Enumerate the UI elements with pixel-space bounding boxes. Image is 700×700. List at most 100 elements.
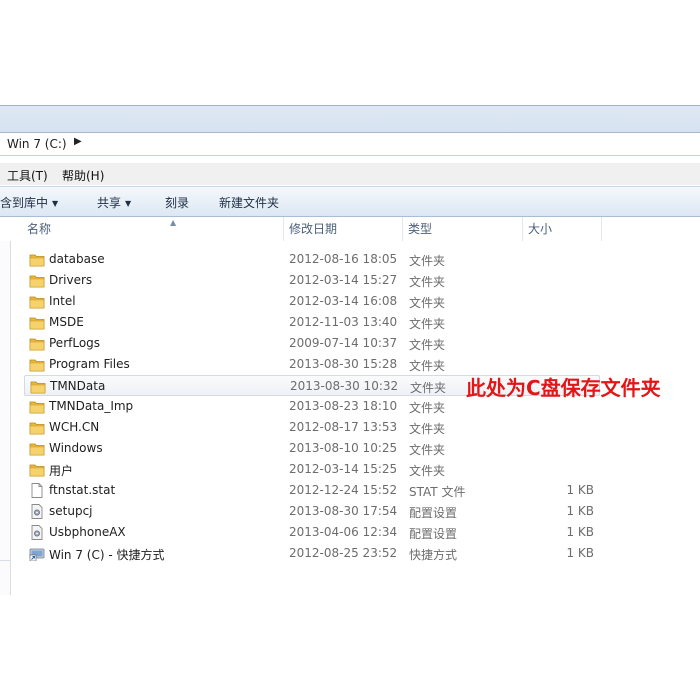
explorer-window: Win 7 (C:) ▶ 工具(T) 帮助(H) 包含到库中▼ 共享▼ 刻录 新…	[0, 105, 700, 595]
burn-button[interactable]: 刻录	[165, 194, 189, 211]
navigation-pane-edge	[0, 241, 11, 595]
folder-icon	[29, 294, 45, 309]
folder-icon	[29, 336, 45, 351]
file-row[interactable]: PerfLogs 2009-07-14 10:37 文件夹	[24, 333, 600, 354]
include-in-library-label: 包含到库中	[0, 196, 49, 210]
file-row[interactable]: Windows 2013-08-10 10:25 文件夹	[24, 438, 600, 459]
share-button[interactable]: 共享 ▼	[97, 194, 131, 211]
config-icon	[29, 525, 45, 540]
column-header-modified[interactable]: 修改日期	[284, 217, 403, 241]
file-row[interactable]: Drivers 2012-03-14 15:27 文件夹	[24, 270, 600, 291]
menu-tools[interactable]: 工具(T)	[7, 167, 48, 184]
file-name: Drivers	[49, 273, 93, 287]
file-type: 文件夹	[409, 275, 446, 289]
file-size: 1 KB	[566, 504, 594, 518]
chevron-down-icon: ▼	[125, 199, 132, 208]
file-size: 1 KB	[566, 483, 594, 497]
file-modified-date: 2013-08-30 10:32	[290, 379, 399, 393]
status-bar-edge	[0, 560, 10, 579]
file-type: 配置设置	[409, 506, 458, 520]
file-row[interactable]: database 2012-08-16 18:05 文件夹	[24, 249, 600, 270]
sort-ascending-icon: ▲	[170, 218, 177, 227]
file-modified-date: 2012-03-14 15:25	[289, 462, 398, 476]
file-type: 文件夹	[409, 422, 446, 436]
file-row[interactable]: UsbphoneAX 2013-04-06 12:34 配置设置 1 KB	[24, 522, 600, 543]
file-modified-date: 2012-08-16 18:05	[289, 252, 398, 266]
file-type: 文件夹	[409, 401, 446, 415]
file-name: Win 7 (C) - 快捷方式	[49, 548, 165, 562]
folder-icon	[29, 462, 45, 477]
file-type: STAT 文件	[409, 485, 466, 499]
file-type: 文件夹	[409, 359, 446, 373]
column-header-name[interactable]: 名称 ▲	[22, 217, 284, 241]
file-name: 用户	[49, 464, 74, 478]
folder-icon	[30, 379, 46, 394]
file-type: 文件夹	[409, 443, 446, 457]
file-modified-date: 2012-11-03 13:40	[289, 315, 398, 329]
file-name: TMNData	[50, 379, 106, 393]
file-name: Program Files	[49, 357, 130, 371]
file-type: 文件夹	[409, 464, 446, 478]
file-row[interactable]: ftnstat.stat 2012-12-24 15:52 STAT 文件 1 KB	[24, 480, 600, 501]
file-type: 文件夹	[409, 296, 446, 310]
file-name: PerfLogs	[49, 336, 101, 350]
file-modified-date: 2012-08-25 23:52	[289, 546, 398, 560]
file-type: 文件夹	[409, 317, 446, 331]
document-icon	[29, 483, 45, 498]
file-modified-date: 2009-07-14 10:37	[289, 336, 398, 350]
file-name: WCH.CN	[49, 420, 100, 434]
file-modified-date: 2013-08-30 17:54	[289, 504, 398, 518]
file-type: 文件夹	[410, 381, 447, 395]
menu-bar: 工具(T) 帮助(H)	[0, 163, 700, 185]
file-modified-date: 2012-08-17 13:53	[289, 420, 398, 434]
config-icon	[29, 504, 45, 519]
share-label: 共享	[97, 196, 122, 210]
file-modified-date: 2013-04-06 12:34	[289, 525, 398, 539]
folder-icon	[29, 252, 45, 267]
file-size: 1 KB	[566, 546, 594, 560]
command-bar: 包含到库中▼ 共享▼ 刻录 新建文件夹	[0, 186, 700, 217]
file-size: 1 KB	[566, 525, 594, 539]
file-name: UsbphoneAX	[49, 525, 126, 539]
include-in-library-button[interactable]: 包含到库中▼	[0, 194, 58, 211]
file-modified-date: 2012-03-14 15:27	[289, 273, 398, 287]
file-modified-date: 2013-08-10 10:25	[289, 441, 398, 455]
folder-icon	[29, 420, 45, 435]
address-field[interactable]: Win 7 (C:) ▶	[0, 132, 700, 156]
file-name: database	[49, 252, 105, 266]
file-row[interactable]: setupcj 2013-08-30 17:54 配置设置 1 KB	[24, 501, 600, 522]
column-header-type[interactable]: 类型	[403, 217, 523, 241]
chevron-down-icon: ▼	[52, 199, 59, 208]
file-name: MSDE	[49, 315, 84, 329]
file-type: 文件夹	[409, 338, 446, 352]
column-header-row: 名称 ▲ 修改日期 类型 大小	[0, 217, 700, 241]
menu-help[interactable]: 帮助(H)	[62, 167, 104, 184]
file-row[interactable]: 用户 2012-03-14 15:25 文件夹	[24, 459, 600, 480]
folder-icon	[29, 399, 45, 414]
file-name: Windows	[49, 441, 103, 455]
breadcrumb-arrow-icon[interactable]: ▶	[74, 136, 82, 147]
file-name: Intel	[49, 294, 76, 308]
file-row[interactable]: Win 7 (C) - 快捷方式 2012-08-25 23:52 快捷方式 1 KB	[24, 543, 600, 564]
annotation-label: 此处为C盘保存文件夹	[466, 376, 661, 400]
file-row[interactable]: Intel 2012-03-14 16:08 文件夹	[24, 291, 600, 312]
file-modified-date: 2012-12-24 15:52	[289, 483, 398, 497]
shortcut-icon	[29, 546, 45, 562]
file-type: 配置设置	[409, 527, 458, 541]
folder-icon	[29, 441, 45, 456]
column-header-size[interactable]: 大小	[523, 217, 602, 241]
address-bar: Win 7 (C:) ▶	[0, 105, 700, 156]
folder-icon	[29, 273, 45, 288]
breadcrumb-drive[interactable]: Win 7 (C:)	[7, 137, 67, 151]
file-modified-date: 2013-08-23 18:10	[289, 399, 398, 413]
file-name: ftnstat.stat	[49, 483, 116, 497]
folder-icon	[29, 357, 45, 372]
file-row[interactable]: MSDE 2012-11-03 13:40 文件夹	[24, 312, 600, 333]
file-name: setupcj	[49, 504, 93, 518]
file-type: 快捷方式	[409, 548, 458, 562]
file-modified-date: 2013-08-30 15:28	[289, 357, 398, 371]
folder-icon	[29, 315, 45, 330]
new-folder-button[interactable]: 新建文件夹	[219, 194, 279, 211]
file-row[interactable]: WCH.CN 2012-08-17 13:53 文件夹	[24, 417, 600, 438]
column-header-name-label: 名称	[27, 222, 52, 236]
